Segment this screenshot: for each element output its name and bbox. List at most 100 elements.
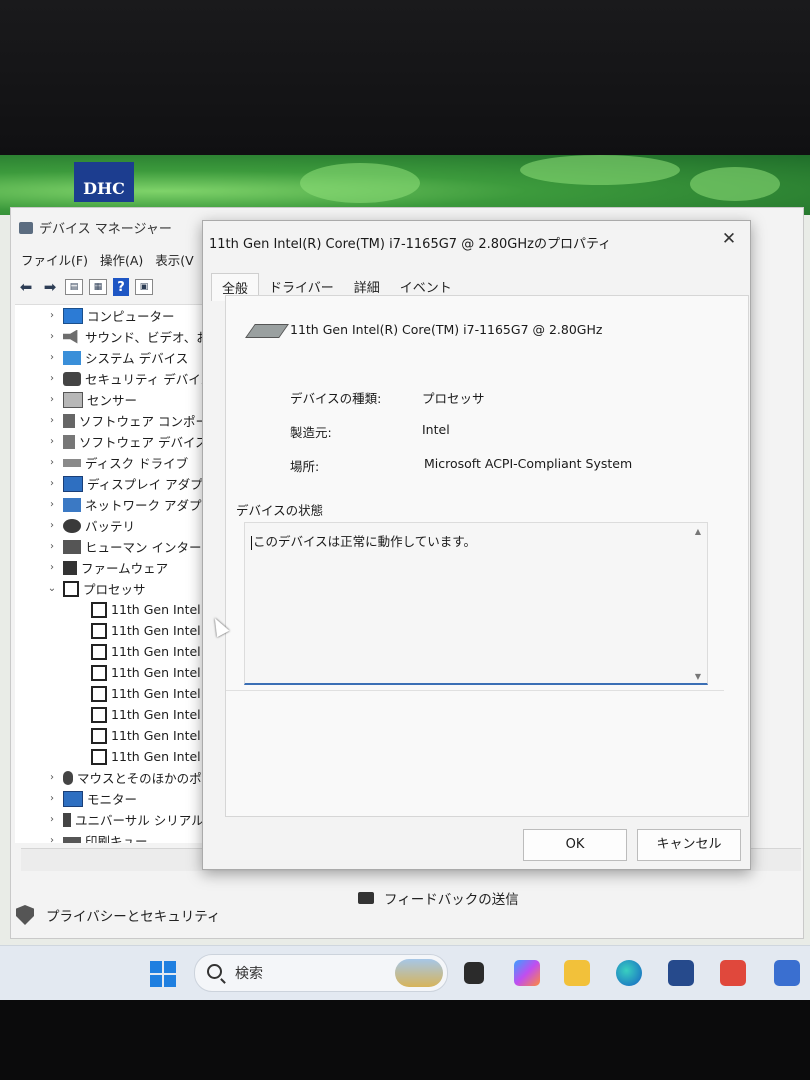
copilot-icon[interactable] (514, 960, 540, 986)
tree-category[interactable]: › ディスプレイ アダプター (45, 473, 205, 494)
tree-item-label: コンピューター (87, 309, 175, 324)
tree-category[interactable]: › ユニバーサル シリアル (45, 809, 204, 830)
chevron-right-icon[interactable]: › (45, 835, 59, 843)
tree-category[interactable]: › バッテリ (45, 515, 135, 536)
processor-tree-item[interactable]: 11th Gen Intel (87, 683, 201, 704)
tree-category[interactable]: › コンピューター (45, 305, 175, 326)
chevron-down-icon[interactable]: ⌄ (45, 583, 59, 594)
ok-button[interactable]: OK (523, 829, 627, 861)
scroll-up-icon[interactable]: ▲ (695, 527, 701, 536)
chevron-right-icon[interactable]: › (45, 457, 59, 468)
tree-category[interactable]: › システム デバイス (45, 347, 188, 368)
processor-icon (91, 748, 107, 765)
processor-tree-item[interactable]: 11th Gen Intel (87, 704, 201, 725)
chevron-right-icon[interactable]: › (45, 793, 59, 804)
taskbar: 検索 (0, 945, 810, 1000)
app-red-icon[interactable] (720, 960, 746, 986)
menu-view[interactable]: 表示(V (155, 250, 193, 269)
search-label: 検索 (235, 966, 263, 982)
tree-category[interactable]: › ファームウェア (45, 557, 168, 578)
tree-category[interactable]: › セキュリティ デバイス (45, 368, 205, 389)
mail-icon[interactable] (774, 960, 800, 986)
device-status-textbox[interactable]: このデバイスは正常に動作しています。 ▲ ▼ (244, 522, 708, 685)
chevron-right-icon[interactable]: › (45, 394, 59, 405)
tree-item-label: 11th Gen Intel (111, 728, 201, 743)
folder-icon[interactable] (564, 960, 590, 986)
taskbar-search-box[interactable]: 検索 (194, 954, 448, 992)
privacy-security-item[interactable]: プライバシーとセキュリティ (16, 905, 220, 925)
tree-item-label: セキュリティ デバイス (85, 372, 205, 387)
tree-category[interactable]: ⌄ プロセッサ (45, 578, 146, 599)
tree-category[interactable]: › ヒューマン インターフェ (45, 536, 205, 557)
tree-item-label: ユニバーサル シリアル (75, 813, 204, 828)
search-highlight-image (395, 959, 443, 987)
tree-category[interactable]: › ソフトウェア デバイス (45, 431, 205, 452)
chevron-right-icon[interactable]: › (45, 772, 59, 783)
processor-tree-item[interactable]: 11th Gen Intel (87, 599, 201, 620)
speaker-icon (63, 329, 78, 344)
processor-tree-item[interactable]: 11th Gen Intel (87, 620, 201, 641)
tree-category[interactable]: › ソフトウェア コンポーネ (45, 410, 205, 431)
tree-item-label: サウンド、ビデオ、およ (85, 330, 205, 345)
processor-icon (91, 664, 107, 681)
tree-category[interactable]: › センサー (45, 389, 137, 410)
forward-arrow-icon[interactable]: ➡ (41, 278, 59, 296)
tree-category[interactable]: › ネットワーク アダプター (45, 494, 205, 515)
chevron-right-icon[interactable]: › (45, 520, 59, 531)
monitor-bezel-bottom (0, 1000, 810, 1080)
menu-bar: ファイル(F) 操作(A) 表示(V (21, 250, 194, 269)
tree-category[interactable]: › モニター (45, 788, 137, 809)
monitor-bezel-top (0, 0, 810, 158)
scroll-down-icon[interactable]: ▼ (695, 672, 701, 681)
chevron-right-icon[interactable]: › (45, 478, 59, 489)
tree-category[interactable]: › サウンド、ビデオ、およ (45, 326, 205, 347)
menu-file[interactable]: ファイル(F) (21, 250, 88, 269)
tree-category[interactable]: › ディスク ドライブ (45, 452, 188, 473)
tree-item-label: ファームウェア (81, 561, 169, 576)
tree-category[interactable]: › マウスとそのほかのポ (45, 767, 202, 788)
chevron-right-icon[interactable]: › (45, 541, 59, 552)
chevron-right-icon[interactable]: › (45, 436, 59, 447)
usb-icon (63, 812, 71, 827)
processor-tree-item[interactable]: 11th Gen Intel (87, 641, 201, 662)
cancel-button[interactable]: キャンセル (637, 829, 741, 861)
battery-icon (63, 518, 81, 533)
help-icon[interactable]: ? (113, 278, 129, 296)
desktop-wallpaper: DHC (0, 155, 810, 215)
processor-tree-item[interactable]: 11th Gen Intel (87, 662, 201, 683)
hid-icon (63, 539, 81, 554)
computer-icon (63, 307, 83, 324)
store-icon[interactable] (668, 960, 694, 986)
disk-drive-icon (63, 458, 81, 467)
back-arrow-icon[interactable]: ⬅ (17, 278, 35, 296)
tree-item-label: ソフトウェア デバイス (79, 435, 205, 450)
chevron-right-icon[interactable]: › (45, 373, 59, 384)
tree-category[interactable]: › 印刷キュー (45, 830, 148, 843)
chevron-right-icon[interactable]: › (45, 352, 59, 363)
windows-start-icon[interactable] (150, 961, 176, 987)
processor-tree-item[interactable]: 11th Gen Intel (87, 746, 201, 767)
chevron-right-icon[interactable]: › (45, 331, 59, 342)
chevron-right-icon[interactable]: › (45, 499, 59, 510)
close-icon[interactable]: ✕ (718, 229, 740, 249)
group-divider (226, 690, 724, 691)
file-explorer-icon[interactable] (464, 962, 484, 984)
firmware-icon (63, 560, 77, 575)
device-type-value: プロセッサ (422, 391, 485, 406)
tree-item-label: 11th Gen Intel (111, 644, 201, 659)
chevron-right-icon[interactable]: › (45, 814, 59, 825)
edge-icon[interactable] (616, 960, 642, 986)
chevron-right-icon[interactable]: › (45, 310, 59, 321)
feedback-link[interactable]: フィードバックの送信 (358, 888, 519, 908)
processor-tree-item[interactable]: 11th Gen Intel (87, 725, 201, 746)
tree-item-label: ソフトウェア コンポーネ (79, 414, 205, 429)
printer-icon (63, 836, 81, 843)
processor-icon (91, 601, 107, 618)
update-driver-icon[interactable]: ▦ (89, 279, 107, 295)
chevron-right-icon[interactable]: › (45, 562, 59, 573)
chevron-right-icon[interactable]: › (45, 415, 59, 426)
menu-action[interactable]: 操作(A) (100, 250, 143, 269)
properties-view-icon[interactable]: ▤ (65, 279, 83, 295)
tree-item-label: ヒューマン インターフェ (85, 540, 205, 555)
scan-hardware-icon[interactable]: ▣ (135, 279, 153, 295)
